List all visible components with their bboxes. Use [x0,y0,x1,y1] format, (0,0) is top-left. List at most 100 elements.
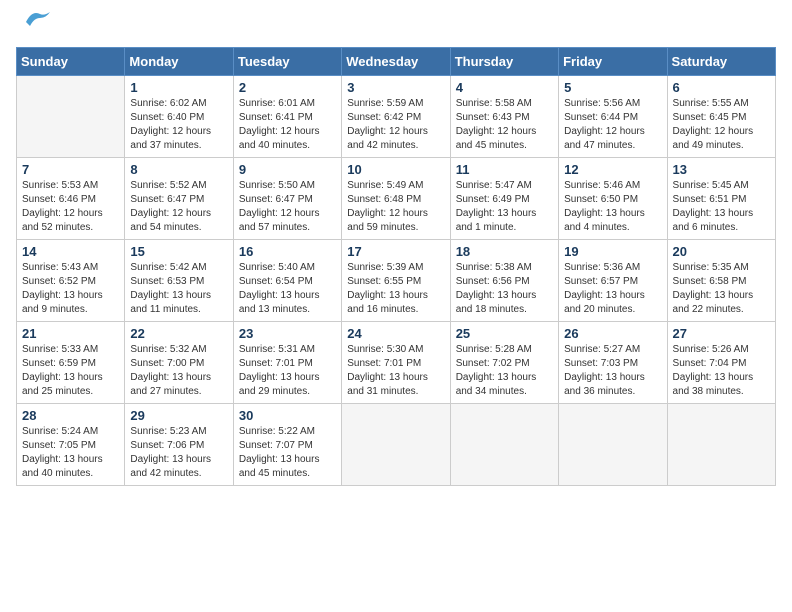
day-info-line: Sunset: 6:43 PM [456,112,530,123]
day-number: 22 [130,326,227,341]
day-number: 30 [239,408,336,423]
day-info-line: Sunrise: 5:59 AM [347,98,423,109]
day-info-line: and 59 minutes. [347,222,418,233]
calendar-cell: 14 Sunrise: 5:43 AM Sunset: 6:52 PM Dayligh… [17,240,125,322]
day-info-line: and 40 minutes. [239,140,310,151]
day-info-line: Sunset: 6:45 PM [673,112,747,123]
day-info: Sunrise: 5:56 AMSunset: 6:44 PMDaylight:… [564,97,661,153]
day-info-line: Sunrise: 5:30 AM [347,344,423,355]
day-info: Sunrise: 5:26 AMSunset: 7:04 PMDaylight:… [673,343,770,399]
day-info-line: and 36 minutes. [564,386,635,397]
day-info-line: and 52 minutes. [22,222,93,233]
weekday-header-monday: Monday [125,48,233,76]
day-info-line: Sunrise: 5:23 AM [130,426,206,437]
day-number: 27 [673,326,770,341]
week-row-1: 1Sunrise: 6:02 AMSunset: 6:40 PMDaylight… [17,76,776,158]
weekday-header-wednesday: Wednesday [342,48,450,76]
day-number: 4 [456,80,553,95]
calendar-cell: 11Sunrise: 5:47 AMSunset: 6:49 PMDayligh… [450,158,558,240]
day-number: 3 [347,80,444,95]
day-info-line: Daylight: 13 hours [239,454,320,465]
day-info-line: Daylight: 13 hours [456,372,537,383]
day-number: 17 [347,244,444,259]
day-info-line: Sunset: 7:03 PM [564,358,638,369]
day-info: Sunrise: 5:58 AMSunset: 6:43 PMDaylight:… [456,97,553,153]
day-info-line: Sunrise: 6:01 AM [239,98,315,109]
day-info-line: Daylight: 13 hours [130,372,211,383]
day-info: Sunrise: 5:39 AMSunset: 6:55 PMDaylight:… [347,261,444,317]
day-info-line: Sunrise: 5:31 AM [239,344,315,355]
day-info-line: Daylight: 12 hours [456,126,537,137]
day-info-line: Sunrise: 6:02 AM [130,98,206,109]
day-info-line: Daylight: 12 hours [673,126,754,137]
day-info-line: Sunset: 6:55 PM [347,276,421,287]
day-info-line: and 27 minutes. [130,386,201,397]
day-info-line: Daylight: 13 hours [347,372,428,383]
day-info-line: and 18 minutes. [456,304,527,315]
day-info: Sunrise: 5:28 AMSunset: 7:02 PMDaylight:… [456,343,553,399]
calendar-cell: 20Sunrise: 5:35 AMSunset: 6:58 PMDayligh… [667,240,775,322]
day-info-line: and 47 minutes. [564,140,635,151]
day-info-line: Daylight: 12 hours [564,126,645,137]
day-info: Sunrise: 5:40 AMSunset: 6:54 PMDaylight:… [239,261,336,317]
day-info-line: Daylight: 13 hours [673,372,754,383]
calendar-cell [667,404,775,486]
day-number: 23 [239,326,336,341]
day-info-line: Sunset: 6:42 PM [347,112,421,123]
day-info-line: and 22 minutes. [673,304,744,315]
calendar-cell: 5Sunrise: 5:56 AMSunset: 6:44 PMDaylight… [559,76,667,158]
calendar-cell [559,404,667,486]
day-info: Sunrise: 5:38 AMSunset: 6:56 PMDaylight:… [456,261,553,317]
day-info-line: Sunrise: 5:28 AM [456,344,532,355]
day-number: 24 [347,326,444,341]
day-info: Sunrise: 5:36 AMSunset: 6:57 PMDaylight:… [564,261,661,317]
day-info-line: Daylight: 13 hours [22,372,103,383]
day-info-line: Sunset: 6:47 PM [130,194,204,205]
day-info: Sunrise: 5:47 AMSunset: 6:49 PMDaylight:… [456,179,553,235]
day-number: 28 [22,408,119,423]
calendar-cell: 10Sunrise: 5:49 AMSunset: 6:48 PMDayligh… [342,158,450,240]
day-info-line: Sunset: 6:53 PM [130,276,204,287]
day-info-line: Sunset: 6:51 PM [673,194,747,205]
day-info: Sunrise: 5:50 AMSunset: 6:47 PMDaylight:… [239,179,336,235]
day-info-line: Sunset: 6:58 PM [673,276,747,287]
weekday-header-saturday: Saturday [667,48,775,76]
day-info: Sunrise: 5:31 AMSunset: 7:01 PMDaylight:… [239,343,336,399]
calendar-cell: 28Sunrise: 5:24 AMSunset: 7:05 PMDayligh… [17,404,125,486]
day-info-line: Sunset: 6:57 PM [564,276,638,287]
day-info-line: Sunrise: 5:35 AM [673,262,749,273]
day-info-line: Sunrise: 5:43 AM [22,262,98,273]
day-info-line: Daylight: 13 hours [564,372,645,383]
day-info-line: Sunset: 6:56 PM [456,276,530,287]
calendar-cell: 4 Sunrise: 5:58 AMSunset: 6:43 PMDaylight… [450,76,558,158]
day-info-line: Daylight: 12 hours [239,126,320,137]
calendar-cell: 9Sunrise: 5:50 AMSunset: 6:47 PMDaylight… [233,158,341,240]
day-info-line: Daylight: 13 hours [22,290,103,301]
day-info: Sunrise: 5:49 AMSunset: 6:48 PMDaylight:… [347,179,444,235]
day-info-line: and 57 minutes. [239,222,310,233]
day-number: 21 [22,326,119,341]
day-info-line: and 13 minutes. [239,304,310,315]
day-info-line: and 4 minutes. [564,222,630,233]
day-info-line: Daylight: 13 hours [239,372,320,383]
day-info-line: Daylight: 13 hours [239,290,320,301]
calendar-cell: 25Sunrise: 5:28 AMSunset: 7:02 PMDayligh… [450,322,558,404]
day-info: Sunrise: 5:35 AMSunset: 6:58 PMDaylight:… [673,261,770,317]
day-info-line: Daylight: 13 hours [130,454,211,465]
day-info: Sunrise: 5:33 AMSunset: 6:59 PMDaylight:… [22,343,119,399]
day-info-line: Sunrise: 5:46 AM [564,180,640,191]
day-info-line: Sunrise: 5:33 AM [22,344,98,355]
day-info: Sunrise: 5:43 AM Sunset: 6:52 PM Daylight:… [22,261,119,317]
day-info-line: Sunset: 6:47 PM [239,194,313,205]
day-info: Sunrise: 5:59 AMSunset: 6:42 PMDaylight:… [347,97,444,153]
day-info-line: Sunset: 6:52 PM [22,276,96,287]
day-info-line: and 40 minutes. [22,468,93,479]
calendar-cell: 12Sunrise: 5:46 AMSunset: 6:50 PMDayligh… [559,158,667,240]
day-number: 14 [22,244,119,259]
day-info: Sunrise: 5:53 AMSunset: 6:46 PMDaylight:… [22,179,119,235]
day-info-line: and 42 minutes. [130,468,201,479]
day-info-line: and 25 minutes. [22,386,93,397]
day-info-line: Sunset: 7:06 PM [130,440,204,451]
day-info-line: Sunrise: 5:50 AM [239,180,315,191]
calendar-cell: 26Sunrise: 5:27 AMSunset: 7:03 PMDayligh… [559,322,667,404]
